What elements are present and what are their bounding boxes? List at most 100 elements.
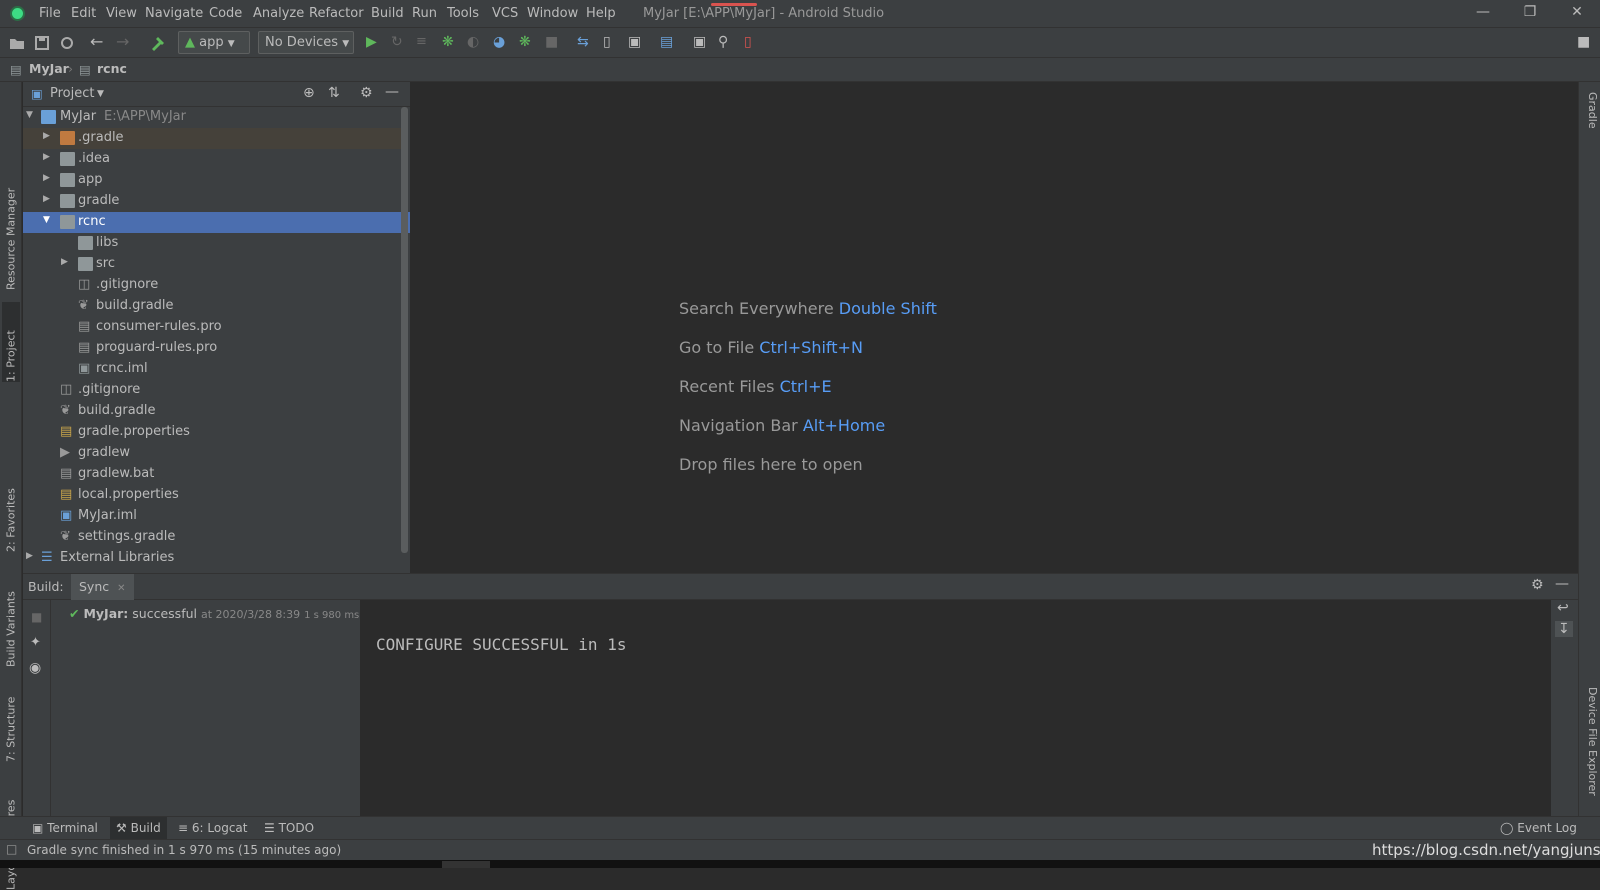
menu-navigate[interactable]: Navigate [145, 6, 203, 21]
breadcrumb-project[interactable]: MyJar [29, 61, 69, 76]
stop-icon[interactable]: ■ [31, 610, 42, 624]
debug-icon[interactable]: ❋ [442, 34, 460, 52]
search-icon[interactable]: ⚲ [718, 34, 736, 52]
restore-icon[interactable]: ❐ [1516, 4, 1544, 24]
terminal-window-icon[interactable]: ▣ [693, 34, 711, 52]
menu-build[interactable]: Build [371, 6, 404, 21]
save-icon[interactable] [33, 34, 51, 52]
device-select[interactable]: No Devices ▼ [258, 31, 354, 54]
chevron-right-icon[interactable]: ▶ [43, 152, 55, 164]
tree-item-consumer-rules[interactable]: ▤ consumer-rules.pro [23, 317, 401, 338]
tab-resource-manager[interactable]: Resource Manager [2, 172, 20, 290]
tree-item-gradlew[interactable]: ▶ gradlew [23, 443, 401, 464]
locate-icon[interactable]: ⊕ [303, 85, 315, 101]
tab-todo[interactable]: ☰ TODO [264, 821, 314, 835]
menu-tools[interactable]: Tools [447, 6, 479, 21]
tree-item-proguard-rules[interactable]: ▤ proguard-rules.pro [23, 338, 401, 359]
device-manager-icon[interactable]: ▯ [744, 34, 762, 52]
coverage-icon[interactable]: ◐ [467, 34, 485, 52]
sdk-manager-icon[interactable]: ▣ [628, 34, 646, 52]
tab-project[interactable]: 1: Project [2, 302, 20, 382]
tree-item-external-libraries[interactable]: ▶ ☰ External Libraries [23, 548, 401, 569]
tab-build[interactable]: ⚒ Build [110, 817, 167, 839]
back-icon[interactable]: ← [90, 32, 108, 51]
tree-root[interactable]: ▼ MyJar E:\APP\MyJar [23, 107, 401, 128]
menu-analyze[interactable]: Analyze [253, 6, 304, 21]
tree-item-gradle[interactable]: ▶ gradle [23, 191, 401, 212]
tree-item-src[interactable]: ▶ src [23, 254, 401, 275]
menu-edit[interactable]: Edit [71, 6, 96, 21]
run-icon[interactable]: ▶ [366, 34, 384, 52]
run-config-select[interactable]: ▲ app ▼ [178, 31, 250, 54]
tree-item-gradlew-bat[interactable]: ▤ gradlew.bat [23, 464, 401, 485]
sync-gradle-icon[interactable]: ⇆ [577, 34, 595, 52]
scroll-to-end-icon[interactable]: ↧ [1555, 621, 1573, 637]
menu-run[interactable]: Run [412, 6, 437, 21]
taskbar-item[interactable] [442, 861, 490, 868]
tab-logcat[interactable]: ≡ 6: Logcat [178, 821, 247, 835]
collapse-all-icon[interactable]: ⇅ [328, 85, 340, 101]
close-icon[interactable]: ✕ [1563, 4, 1591, 24]
tab-terminal[interactable]: ▣ Terminal [32, 821, 98, 835]
tree-item-gradle-properties[interactable]: ▤ gradle.properties [23, 422, 401, 443]
tab-build-variants[interactable]: Build Variants [2, 567, 20, 667]
tree-item-gitignore[interactable]: ◫ .gitignore [23, 275, 401, 296]
chevron-right-icon[interactable]: ▶ [61, 257, 73, 269]
chevron-right-icon[interactable]: ▶ [43, 131, 55, 143]
menu-window[interactable]: Window [527, 6, 578, 21]
project-view-select[interactable]: Project [50, 86, 94, 101]
tree-item-settings-gradle[interactable]: ❦ settings.gradle [23, 527, 401, 548]
tree-item-rcnc-iml[interactable]: ▣ rcnc.iml [23, 359, 401, 380]
chevron-right-icon[interactable]: ▶ [26, 551, 38, 563]
tree-item-libs[interactable]: libs [23, 233, 401, 254]
pin-icon[interactable]: ✦ [30, 635, 41, 650]
build-result-row[interactable]: ✔ MyJar: successful at 2020/3/28 8:39 1 … [69, 606, 359, 621]
hide-panel-icon[interactable]: — [385, 84, 399, 100]
tree-item-local-properties[interactable]: ▤ local.properties [23, 485, 401, 506]
tree-item-idea[interactable]: ▶ .idea [23, 149, 401, 170]
sync-icon[interactable] [58, 34, 76, 52]
rerun-icon[interactable]: ↻ [391, 34, 409, 52]
tab-sync[interactable]: Sync ✕ [71, 574, 134, 600]
project-structure-icon[interactable]: ▤ [660, 34, 678, 52]
chevron-down-icon[interactable]: ▼ [26, 110, 38, 122]
tab-event-log[interactable]: ◯ Event Log [1500, 821, 1577, 835]
menu-view[interactable]: View [106, 6, 137, 21]
avd-manager-icon[interactable]: ▯ [603, 34, 621, 52]
make-project-icon[interactable] [149, 34, 167, 52]
apply-changes-icon[interactable]: ≡ [416, 34, 434, 52]
menu-file[interactable]: File [39, 6, 61, 21]
menu-code[interactable]: Code [209, 6, 242, 21]
chevron-down-icon[interactable]: ▼ [97, 89, 104, 99]
soft-wrap-icon[interactable]: ↩ [1557, 600, 1569, 616]
attach-debugger-icon[interactable]: ❋ [519, 34, 537, 52]
minimize-icon[interactable]: — [1469, 4, 1497, 24]
tree-item-build-gradle[interactable]: ❦ build.gradle [23, 296, 401, 317]
tree-item-app[interactable]: ▶ app [23, 170, 401, 191]
profile-icon[interactable]: ◕ [493, 34, 511, 52]
gear-icon[interactable]: ⚙ [1531, 577, 1544, 593]
tree-item-root-gitignore[interactable]: ◫ .gitignore [23, 380, 401, 401]
chevron-right-icon[interactable]: ▶ [43, 194, 55, 206]
toggle-tool-windows-icon[interactable]: □ [6, 842, 17, 856]
tab-favorites[interactable]: 2: Favorites [2, 467, 20, 552]
close-icon[interactable]: ✕ [117, 583, 125, 594]
user-icon[interactable]: ■ [1577, 34, 1595, 52]
chevron-right-icon[interactable]: ▶ [43, 173, 55, 185]
gear-icon[interactable]: ⚙ [360, 85, 373, 101]
tree-item-root-build-gradle[interactable]: ❦ build.gradle [23, 401, 401, 422]
tree-item-rcnc[interactable]: ▼ rcnc [23, 212, 410, 233]
menu-refactor[interactable]: Refactor [309, 6, 364, 21]
open-folder-icon[interactable] [8, 34, 26, 52]
project-tree-scrollbar[interactable] [401, 107, 408, 553]
breadcrumb-module[interactable]: rcnc [97, 61, 127, 76]
tree-item-myjar-iml[interactable]: ▣ MyJar.iml [23, 506, 401, 527]
chevron-down-icon[interactable]: ▼ [43, 215, 55, 227]
tab-structure[interactable]: 7: Structure [2, 680, 20, 762]
tab-gradle[interactable]: Gradle [1581, 92, 1599, 152]
menu-vcs[interactable]: VCS [492, 6, 518, 21]
menu-help[interactable]: Help [586, 6, 616, 21]
build-console[interactable]: CONFIGURE SUCCESSFUL in 1s [361, 600, 1551, 816]
forward-icon[interactable]: → [116, 32, 134, 51]
hide-panel-icon[interactable]: — [1555, 576, 1569, 592]
